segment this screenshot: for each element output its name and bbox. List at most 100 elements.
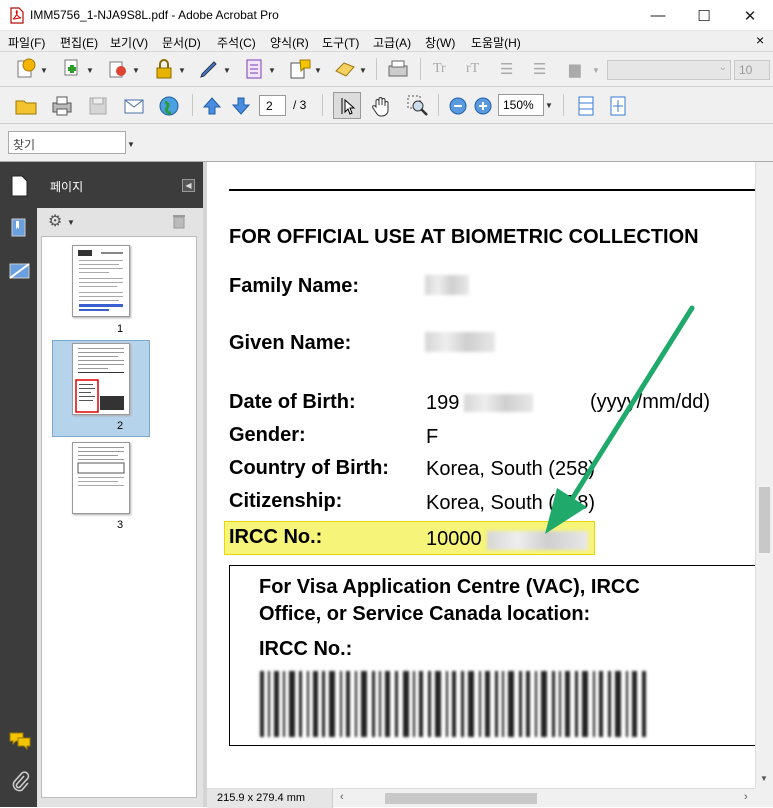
chevron-down-icon[interactable]: ▼: [268, 66, 276, 75]
marquee-zoom-icon[interactable]: [406, 94, 430, 118]
sign-pen-icon[interactable]: [197, 57, 221, 81]
navigation-strip: [0, 162, 37, 807]
country-of-birth-label: Country of Birth:: [229, 457, 389, 479]
text-cursor-icon: [341, 98, 356, 115]
page-thumbnail-3[interactable]: [72, 442, 130, 514]
previous-page-icon[interactable]: [200, 94, 224, 118]
trash-icon[interactable]: [172, 213, 186, 229]
menu-forms[interactable]: 양식(R): [270, 34, 309, 51]
page-number-label: 2: [116, 420, 124, 432]
email-icon[interactable]: [122, 94, 146, 118]
family-name-label: Family Name:: [229, 275, 360, 297]
chevron-down-icon[interactable]: ▼: [314, 66, 322, 75]
page-size-readout: 215.9 x 279.4 mm: [207, 789, 333, 808]
minimize-button[interactable]: —: [635, 0, 681, 31]
menu-document[interactable]: 문서(D): [162, 34, 201, 51]
page-total: / 3: [293, 98, 307, 112]
chevron-down-icon[interactable]: ▼: [86, 66, 94, 75]
chevron-down-icon[interactable]: ▼: [545, 101, 553, 110]
save-icon[interactable]: [86, 94, 110, 118]
date-of-birth-label: Date of Birth:: [229, 391, 356, 413]
close-button[interactable]: ✕: [727, 0, 773, 31]
signatures-icon[interactable]: [8, 260, 32, 282]
zoom-in-icon[interactable]: [471, 94, 495, 118]
gear-options-icon[interactable]: ⚙: [48, 211, 62, 231]
menu-advanced[interactable]: 고급(A): [373, 34, 411, 51]
scroll-down-arrow-icon[interactable]: ▼: [760, 774, 768, 783]
export-icon[interactable]: [106, 57, 130, 81]
tasks-toolbar: ▼ ▼ ▼ ▼ ▼ ▼ ▼ ▼ Tr rT ☰ ☰ ▆ ▼ ⌄ 10: [0, 52, 773, 87]
attachments-paperclip-icon[interactable]: [10, 770, 30, 792]
hand-tool-icon[interactable]: [370, 94, 394, 118]
vertical-scroll-thumb[interactable]: [759, 487, 770, 553]
thumbnail-content: [75, 348, 124, 413]
title-bar: IMM5756_1-NJA9S8L.pdf - Adobe Acrobat Pr…: [0, 0, 773, 31]
vertical-scrollbar[interactable]: ▼: [755, 162, 773, 788]
indent-icon: ☰: [500, 61, 514, 78]
bookmarks-icon[interactable]: [9, 217, 31, 239]
review-comment-icon[interactable]: [288, 57, 312, 81]
fit-page-icon[interactable]: [606, 94, 630, 118]
chevron-down-icon[interactable]: ▼: [127, 140, 135, 149]
find-input[interactable]: 찾기: [8, 131, 126, 154]
ircc-number-label: IRCC No.:: [229, 526, 323, 548]
chevron-down-icon: ▼: [592, 66, 600, 75]
collaborate-globe-icon[interactable]: [157, 94, 181, 118]
menu-window[interactable]: 창(W): [425, 34, 455, 51]
page-thumbnail-1[interactable]: [72, 245, 130, 317]
redacted-birth-date: [464, 394, 533, 412]
pdf-file-icon: [10, 7, 24, 24]
chevron-down-icon[interactable]: ▼: [40, 66, 48, 75]
select-tool-button[interactable]: [333, 92, 361, 119]
zoom-level-input[interactable]: 150%: [498, 94, 544, 116]
menu-help[interactable]: 도움말(H): [471, 34, 521, 51]
thumbnail-content: [77, 447, 125, 486]
scroll-left-arrow-icon[interactable]: ‹: [340, 791, 344, 803]
page-number-input[interactable]: 2: [259, 95, 286, 116]
redacted-given-name: [425, 332, 495, 352]
create-pdf-icon[interactable]: [14, 57, 38, 81]
forms-icon[interactable]: [242, 57, 266, 81]
scroll-corner: [755, 788, 773, 807]
collapse-panel-button[interactable]: ◀: [182, 179, 195, 192]
file-toolbar: 2 / 3 150% ▼: [0, 87, 773, 124]
citizenship-label: Citizenship:: [229, 490, 343, 512]
menu-edit[interactable]: 편집(E): [60, 34, 98, 51]
zoom-out-icon[interactable]: [446, 94, 470, 118]
horizontal-scroll-thumb[interactable]: [385, 793, 537, 804]
close-document-button[interactable]: ×: [756, 32, 764, 48]
gender-label: Gender:: [229, 424, 306, 446]
chevron-down-icon[interactable]: ▼: [178, 66, 186, 75]
pages-panel-header: 페이지 ◀: [37, 162, 203, 208]
chevron-down-icon: ⌄: [718, 62, 727, 73]
multimedia-icon[interactable]: [333, 57, 357, 81]
menu-tools[interactable]: 도구(T): [322, 34, 359, 51]
scroll-right-arrow-icon[interactable]: ›: [744, 791, 748, 803]
scanner-icon[interactable]: [386, 57, 410, 81]
date-of-birth-value: 199: [426, 392, 460, 414]
vac-section-box: For Visa Application Centre (VAC), IRCC …: [229, 565, 755, 746]
chevron-down-icon[interactable]: ▼: [223, 66, 231, 75]
print-icon[interactable]: [50, 94, 74, 118]
menu-comments[interactable]: 주석(C): [217, 34, 256, 51]
menu-file[interactable]: 파일(F): [8, 34, 45, 51]
fit-width-icon[interactable]: [574, 94, 598, 118]
ircc-number-value: 10000: [426, 528, 482, 550]
page-thumbnail-2[interactable]: [72, 343, 130, 415]
vac-title-line2: Office, or Service Canada location:: [259, 603, 591, 625]
next-page-icon[interactable]: [229, 94, 253, 118]
chevron-down-icon[interactable]: ▼: [359, 66, 367, 75]
menu-view[interactable]: 보기(V): [110, 34, 148, 51]
secure-lock-icon[interactable]: [152, 57, 176, 81]
thumbnail-content: [78, 250, 123, 311]
official-use-heading: FOR OFFICIAL USE AT BIOMETRIC COLLECTION: [229, 226, 699, 248]
maximize-button[interactable]: ☐: [681, 0, 727, 31]
text-style-icon: Tr: [433, 61, 446, 76]
combine-files-icon[interactable]: [60, 57, 84, 81]
pages-panel-icon[interactable]: [9, 174, 29, 198]
open-folder-icon[interactable]: [14, 94, 38, 118]
chevron-down-icon[interactable]: ▼: [132, 66, 140, 75]
comments-icon[interactable]: [8, 730, 32, 750]
horizontal-scrollbar[interactable]: 215.9 x 279.4 mm ‹ ›: [207, 788, 755, 808]
chevron-down-icon[interactable]: ▼: [67, 218, 75, 227]
